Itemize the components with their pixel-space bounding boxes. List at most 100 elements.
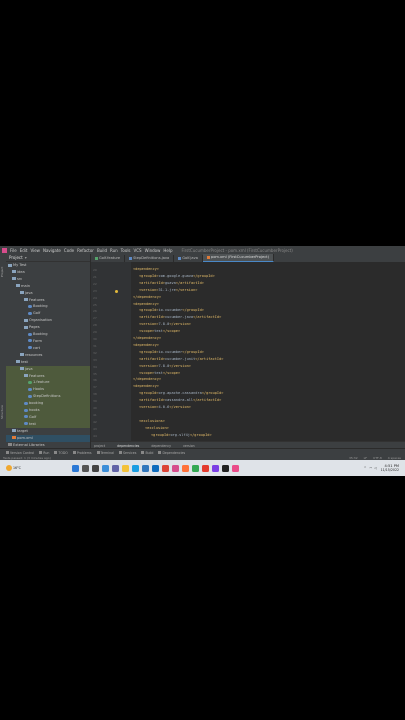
tree-item-label: java	[25, 290, 33, 295]
menu-item-file[interactable]: File	[10, 248, 17, 253]
app-icon[interactable]	[231, 464, 239, 472]
line-number: 21	[93, 274, 97, 279]
menu-item-run[interactable]: Run	[110, 248, 118, 253]
tree-item[interactable]: java	[6, 290, 90, 297]
xml-icon	[12, 436, 16, 440]
tree-item[interactable]: test	[6, 420, 90, 428]
tree-item[interactable]: Golf	[6, 310, 90, 317]
tool-window-run[interactable]: Run	[39, 451, 49, 455]
code-editor[interactable]: <dependency> <groupId>com.google.guava</g…	[131, 262, 405, 441]
tree-item[interactable]: Pages	[6, 324, 90, 331]
tree-item[interactable]: src	[6, 276, 90, 283]
tool-label: Terminal	[100, 450, 114, 455]
menu-item-view[interactable]: View	[30, 248, 40, 253]
xml-tag: </artifactId>	[193, 398, 222, 403]
tree-item[interactable]: 1.feature	[6, 379, 90, 387]
tree-item[interactable]: Golf	[6, 413, 90, 421]
tree-item[interactable]: Booking	[6, 331, 90, 338]
mail-icon[interactable]	[151, 464, 159, 472]
tool-window-todo[interactable]: TODO	[54, 451, 68, 455]
folder-icon	[16, 284, 20, 288]
tool-window-terminal[interactable]: Terminal	[96, 450, 114, 455]
tree-item[interactable]: My Test	[6, 262, 90, 269]
tree-item[interactable]: resources	[6, 352, 90, 359]
volume-icon[interactable]: ◁	[374, 466, 376, 470]
menu-item-navigate[interactable]: Navigate	[43, 248, 61, 253]
search-icon[interactable]	[81, 464, 89, 472]
tree-item[interactable]: StepDefinitions	[6, 393, 90, 401]
tool-window-build[interactable]: Build	[141, 451, 153, 455]
status-item[interactable]: 35:32	[349, 456, 358, 460]
tree-item[interactable]: idea	[6, 269, 90, 276]
app-icon[interactable]	[221, 464, 229, 472]
xml-tag: </groupId>	[201, 391, 224, 396]
tree-item[interactable]: Booking	[6, 303, 90, 310]
editor-tab-label: StepDefinitions.java	[133, 256, 170, 260]
intellij-icon[interactable]	[171, 464, 179, 472]
tool-icon	[158, 451, 162, 454]
tool-window-services[interactable]: Services	[118, 451, 136, 455]
editor-tab[interactable]: StepDefinitions.java	[125, 255, 175, 262]
task-view-icon[interactable]	[91, 464, 99, 472]
breadcrumb-item[interactable]: dependency	[148, 444, 174, 448]
tree-item[interactable]: java	[6, 365, 90, 373]
folder-icon	[8, 263, 12, 267]
breadcrumb-item[interactable]: project	[91, 444, 108, 448]
status-item[interactable]: UTF-8	[373, 456, 382, 460]
chat-icon[interactable]	[111, 464, 119, 472]
line-number: 44	[93, 433, 97, 438]
tree-item[interactable]: pom.xml	[6, 434, 90, 442]
tool-icon	[96, 451, 100, 454]
project-view-selector[interactable]: Project	[9, 255, 23, 260]
menu-item-window[interactable]: Window	[145, 248, 161, 253]
folder-icon	[24, 318, 28, 322]
tree-item[interactable]: cart	[6, 345, 90, 352]
tree-item[interactable]: target	[6, 428, 90, 435]
breadcrumb-item[interactable]: dependencies	[114, 444, 142, 448]
start-icon[interactable]	[71, 464, 79, 472]
chrome-icon[interactable]	[161, 464, 169, 472]
lightbulb-icon[interactable]	[115, 289, 118, 293]
weather-widget[interactable]: 16°C	[4, 465, 21, 471]
tree-item-label: target	[17, 428, 28, 433]
status-item[interactable]: 4 spaces	[388, 456, 401, 460]
menu-item-refactor[interactable]: Refactor	[77, 248, 94, 253]
firefox-icon[interactable]	[181, 464, 189, 472]
store-icon[interactable]	[141, 464, 149, 472]
tree-item[interactable]: hooks	[6, 407, 90, 414]
menu-item-tools[interactable]: Tools	[121, 248, 131, 253]
tool-window-dependencies[interactable]: Dependencies	[158, 451, 185, 455]
explorer-icon[interactable]	[121, 464, 129, 472]
app-icon[interactable]	[211, 464, 219, 472]
menu-item-help[interactable]: Help	[163, 248, 172, 253]
editor-tab[interactable]: Golf.java	[174, 255, 203, 262]
tool-window-version-control[interactable]: Version Control	[6, 451, 34, 455]
app-icon[interactable]	[201, 464, 209, 472]
tree-item[interactable]: test	[6, 359, 90, 366]
menu-item-build[interactable]: Build	[97, 248, 107, 253]
tree-item[interactable]: Features	[6, 297, 90, 304]
chevron-up-icon[interactable]: ^	[364, 466, 367, 470]
breadcrumb-item[interactable]: version	[180, 444, 198, 448]
app-icon[interactable]	[191, 464, 199, 472]
tree-item[interactable]: main	[6, 283, 90, 290]
tool-icon	[39, 451, 43, 454]
wifi-icon[interactable]: ◠	[369, 466, 372, 470]
menu-item-vcs[interactable]: VCS	[134, 248, 142, 253]
menu-item-code[interactable]: Code	[64, 248, 74, 253]
tree-item[interactable]: booking	[6, 400, 90, 408]
tree-item[interactable]: Hooks	[6, 386, 90, 394]
tree-item[interactable]: Features	[6, 372, 90, 380]
tool-window-problems[interactable]: Problems	[72, 451, 92, 455]
chevron-down-icon[interactable]: ▾	[25, 255, 27, 260]
tree-item[interactable]: Organisation	[6, 317, 90, 324]
menu-item-edit[interactable]: Edit	[20, 248, 28, 253]
line-number: 41	[93, 412, 97, 417]
edge-icon[interactable]	[131, 464, 139, 472]
status-item[interactable]: LF	[364, 456, 367, 460]
widgets-icon[interactable]	[101, 464, 109, 472]
editor-tab[interactable]: pom.xml (FirstCucumberProject)	[202, 254, 274, 262]
tree-item[interactable]: Form	[6, 338, 90, 345]
editor-tab[interactable]: Golf.feature	[91, 255, 126, 262]
clock[interactable]: 4:51 PM 11/15/2022	[381, 464, 399, 472]
